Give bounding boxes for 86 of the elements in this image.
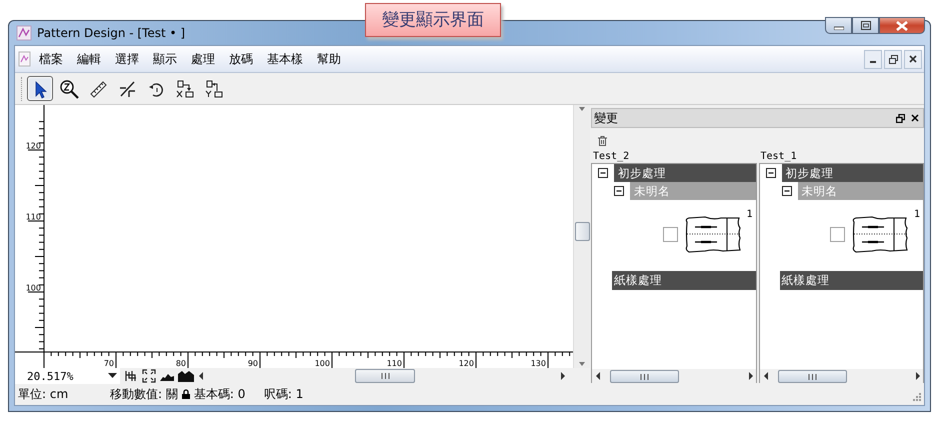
menu-item[interactable]: 顯示 xyxy=(146,50,184,68)
scroll-thumb[interactable] xyxy=(610,370,679,383)
collapse-icon[interactable] xyxy=(782,186,792,196)
ruler-label: 120 xyxy=(458,359,474,368)
mdi-minimize-button[interactable] xyxy=(864,50,882,68)
group-row[interactable]: 初步處理 xyxy=(614,164,756,182)
horizontal-scrollbar[interactable] xyxy=(592,369,756,383)
app-logo-icon xyxy=(16,25,32,41)
piece-checkbox[interactable] xyxy=(830,227,845,242)
minimize-button[interactable] xyxy=(825,17,852,34)
scroll-left-icon xyxy=(595,372,600,380)
close-icon xyxy=(909,55,917,63)
menu-item[interactable]: 檔案 xyxy=(32,50,70,68)
ruler-label: 90 xyxy=(248,359,258,368)
maximize-button[interactable] xyxy=(852,17,879,34)
move-value-status: 移動數值: 關 xyxy=(110,386,178,402)
ruler-label: 80 xyxy=(176,359,186,368)
collapse-icon[interactable] xyxy=(598,168,608,178)
vertical-scrollbar[interactable] xyxy=(573,105,590,368)
flip-x-icon xyxy=(175,78,195,98)
close-icon[interactable] xyxy=(911,114,919,122)
flip-y-icon xyxy=(204,78,224,98)
scroll-right-icon xyxy=(748,372,752,380)
document-icon xyxy=(18,51,32,67)
pattern-piece-drawing xyxy=(850,214,910,255)
drawing-area[interactable]: 120 110 100 70 80 90 100 110 120 130 xyxy=(15,105,573,368)
window-title: Pattern Design - [Test • ] xyxy=(37,26,186,40)
ruler-label: 110 xyxy=(26,212,41,222)
base-size-status: 基本碼: 0 xyxy=(194,386,246,402)
ruler-label: 100 xyxy=(26,284,41,292)
menu-item[interactable]: 基本樣 xyxy=(260,50,310,68)
column-name: Test_2 xyxy=(592,151,630,163)
piece-count: 1 xyxy=(746,209,752,220)
scroll-left-icon xyxy=(198,372,204,380)
scroll-up-icon xyxy=(578,105,586,113)
close-button[interactable] xyxy=(879,17,925,34)
restore-icon xyxy=(888,54,898,64)
mountain-icon[interactable] xyxy=(160,371,174,381)
mountain-icon[interactable] xyxy=(178,370,194,382)
scroll-right-icon xyxy=(915,372,920,380)
piece-count: 1 xyxy=(914,209,920,220)
menu-item[interactable]: 處理 xyxy=(184,50,222,68)
ruler-icon xyxy=(88,78,108,98)
ruler-label: 110 xyxy=(386,359,402,368)
grip-icon xyxy=(380,373,390,379)
resize-grip-icon xyxy=(911,391,922,402)
menu-item[interactable]: 放碼 xyxy=(222,50,260,68)
scroll-thumb[interactable] xyxy=(355,369,415,383)
maximize-icon xyxy=(860,21,870,30)
mdi-close-button[interactable] xyxy=(904,50,922,68)
zoom-icon xyxy=(59,78,79,98)
ruler-label: 100 xyxy=(314,359,330,368)
group-row[interactable]: 初步處理 xyxy=(782,164,923,182)
grip-icon xyxy=(640,374,649,380)
menu-item[interactable]: 編輯 xyxy=(70,50,108,68)
menu-item[interactable]: 選擇 xyxy=(108,50,146,68)
scroll-right-icon xyxy=(560,372,566,380)
close-icon xyxy=(896,20,908,30)
unit-status: 單位: cm xyxy=(18,386,70,402)
size-status: 呎碼: 1 xyxy=(264,386,304,402)
ruler-label: 70 xyxy=(104,359,114,368)
caret-icon xyxy=(108,373,117,379)
mdi-restore-button[interactable] xyxy=(884,50,902,68)
group-row[interactable]: 紙樣處理 xyxy=(612,271,756,290)
ruler-label: 120 xyxy=(26,142,41,150)
group-row[interactable]: 紙樣處理 xyxy=(780,271,923,290)
piece-checkbox[interactable] xyxy=(662,227,678,242)
scroll-thumb[interactable] xyxy=(778,370,846,383)
scroll-left-icon xyxy=(762,372,768,380)
horizontal-scrollbar[interactable] xyxy=(760,369,923,383)
grip-icon xyxy=(808,374,816,380)
float-icon[interactable] xyxy=(896,114,905,122)
menu-item[interactable]: 幫助 xyxy=(310,50,348,68)
lock-icon xyxy=(182,389,190,399)
collapse-icon[interactable] xyxy=(766,168,776,178)
scroll-thumb[interactable] xyxy=(575,222,590,241)
collapse-icon[interactable] xyxy=(614,186,624,196)
fullscreen-icon[interactable] xyxy=(142,369,156,383)
ruler-label: 130 xyxy=(530,359,546,368)
zoom-dropdown[interactable]: 20.517% xyxy=(15,368,120,384)
column-name: Test_1 xyxy=(760,151,798,163)
tool-button[interactable] xyxy=(27,76,53,101)
callout-label: 變更顯示界面 xyxy=(365,3,501,37)
panel-title: 變更 xyxy=(594,110,619,126)
trash-icon[interactable] xyxy=(598,136,607,146)
fit-icon[interactable] xyxy=(124,369,138,383)
